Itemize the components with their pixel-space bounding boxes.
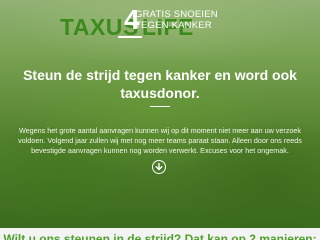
headline-divider — [150, 106, 170, 107]
arrow-down-glyph — [155, 163, 163, 171]
tagline-line-1: GRATIS SNOEIEN — [135, 9, 218, 20]
tagline-line-2: TEGEN KANKER — [135, 20, 212, 31]
hero-headline: Steun de strijd tegen kanker en word ook… — [23, 67, 297, 101]
tagline: GRATIS SNOEIEN TEGEN KANKER — [135, 9, 218, 31]
support-section: Wilt u ons steunen in de strijd? Dat kan… — [0, 228, 320, 240]
hero-body-text: Wegens het grote aantal aanvragen kunnen… — [18, 126, 302, 155]
support-heading: Wilt u ons steunen in de strijd? Dat kan… — [3, 232, 317, 240]
logo-underline — [118, 36, 142, 38]
arrow-down-circle-icon[interactable] — [152, 160, 166, 174]
